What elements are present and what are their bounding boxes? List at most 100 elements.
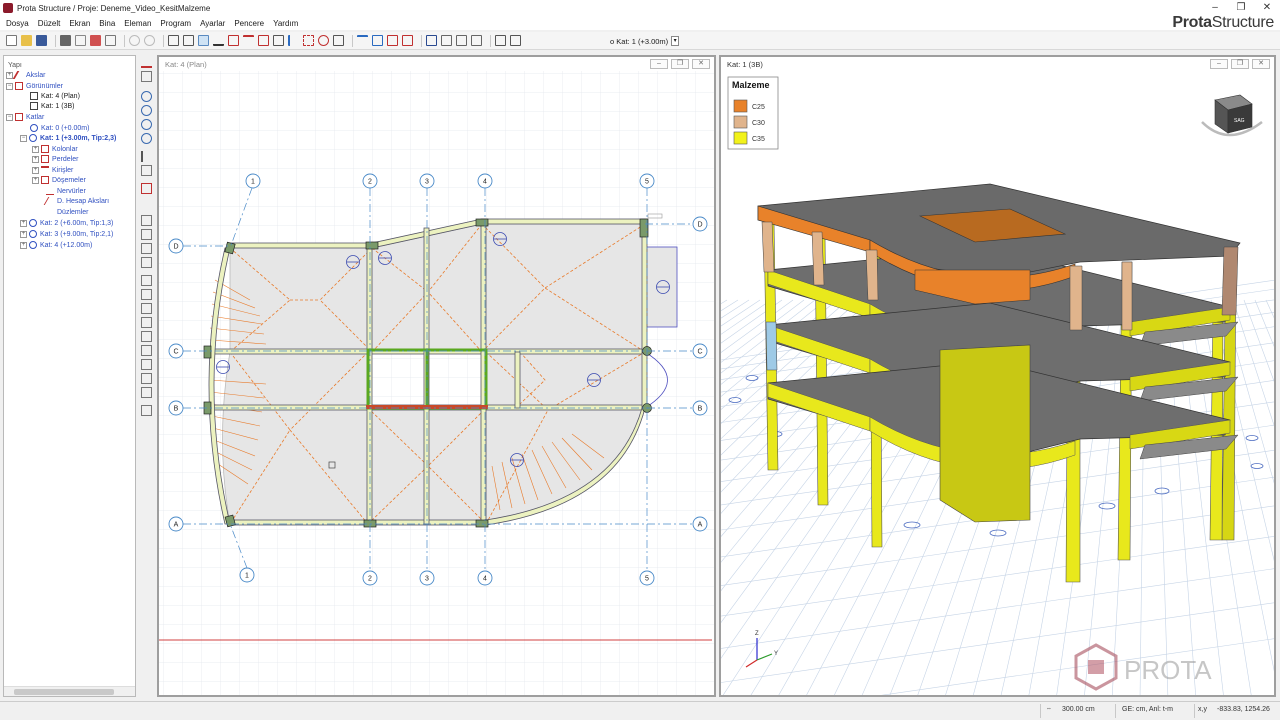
bridge-icon[interactable]	[357, 35, 368, 46]
menu-program[interactable]: Program	[160, 19, 191, 28]
stack-icon[interactable]	[141, 317, 152, 328]
axis-bubble[interactable]: A	[692, 516, 708, 532]
collapse-icon[interactable]: −	[6, 113, 13, 121]
pan-icon[interactable]	[141, 151, 152, 162]
stack-icon[interactable]	[141, 289, 152, 300]
collapse-icon[interactable]: −	[20, 134, 27, 142]
export-icon[interactable]	[105, 35, 116, 46]
axis-bubble[interactable]: C	[692, 343, 708, 359]
menu-dosya[interactable]: Dosya	[6, 19, 29, 28]
panel-restore-button[interactable]: ❐	[671, 59, 689, 69]
pencil-icon[interactable]	[141, 57, 152, 68]
tree-item-axes[interactable]: + Akslar	[6, 70, 45, 80]
axis-bubble[interactable]: 5	[639, 173, 655, 189]
expand-icon[interactable]: +	[20, 219, 27, 227]
zoom-window-icon[interactable]	[141, 119, 152, 130]
chevron-down-icon[interactable]: ▾	[671, 36, 680, 46]
axis-bubble[interactable]: 1	[245, 173, 261, 189]
expand-icon[interactable]: +	[32, 176, 39, 184]
axis-bubble[interactable]: C	[168, 343, 184, 359]
panel-minimize-button[interactable]: –	[650, 59, 668, 69]
axis-bubble[interactable]: 4	[477, 173, 493, 189]
tree-item-floor4[interactable]: + Kat: 4 (+12.00m)	[20, 240, 92, 250]
stack-icon[interactable]	[141, 387, 152, 398]
axis-bubble[interactable]: A	[168, 516, 184, 532]
collapse-icon[interactable]: −	[6, 82, 13, 90]
expand-icon[interactable]: +	[6, 71, 13, 79]
arrow-icon[interactable]	[243, 35, 254, 46]
save-icon[interactable]	[36, 35, 47, 46]
axis-bubble[interactable]: 3	[419, 570, 435, 586]
tree-item-walls[interactable]: + Perdeler	[32, 154, 78, 164]
floor-copy-icon[interactable]	[141, 243, 152, 254]
undo-icon[interactable]	[129, 35, 140, 46]
axis-bubble[interactable]: 4	[477, 570, 493, 586]
tree-item-floor2[interactable]: + Kat: 2 (+6.00m, Tip:1,3)	[20, 218, 113, 228]
menu-ekran[interactable]: Ekran	[69, 19, 90, 28]
axis-bubble[interactable]: 5	[639, 570, 655, 586]
report-icon[interactable]	[90, 35, 101, 46]
layers-icon[interactable]	[141, 165, 152, 176]
dimension-icon[interactable]	[258, 35, 269, 46]
axis-bubble[interactable]: 1	[239, 567, 255, 583]
rect-icon[interactable]	[228, 35, 239, 46]
expand-icon[interactable]: +	[20, 241, 27, 249]
stack-icon[interactable]	[141, 405, 152, 416]
panel-minimize-button[interactable]: –	[1210, 59, 1228, 69]
floor-plan-icon[interactable]	[387, 35, 398, 46]
view-cube[interactable]: SAG	[1201, 94, 1263, 137]
settings-icon[interactable]	[471, 35, 482, 46]
expand-icon[interactable]: +	[32, 166, 39, 174]
menu-yardim[interactable]: Yardım	[273, 19, 298, 28]
open-folder-icon[interactable]	[21, 35, 32, 46]
mirror-icon[interactable]	[288, 35, 299, 46]
frame-icon[interactable]	[372, 35, 383, 46]
tree-item-floor0[interactable]: Kat: 0 (+0.00m)	[30, 123, 89, 133]
move-icon[interactable]	[303, 35, 314, 46]
slab-area[interactable]	[481, 223, 646, 353]
scrollbar-thumb[interactable]	[14, 689, 114, 695]
tree-item-ribs[interactable]: Nervürler	[46, 186, 86, 196]
slab-area[interactable]	[222, 351, 369, 525]
expand-icon[interactable]: +	[32, 155, 39, 163]
expand-icon[interactable]: +	[20, 230, 27, 238]
tree-item-planes[interactable]: Düzlemler	[46, 207, 89, 217]
tree-item-view-3d[interactable]: Kat: 1 (3B)	[30, 101, 74, 111]
zoom-out-icon[interactable]	[141, 105, 152, 116]
select-all-icon[interactable]	[183, 35, 194, 46]
panel-restore-button[interactable]: ❐	[1231, 59, 1249, 69]
table-icon[interactable]	[426, 35, 437, 46]
menu-duzelt[interactable]: Düzelt	[38, 19, 61, 28]
axis-bubble[interactable]: 3	[419, 173, 435, 189]
floor-up-icon[interactable]	[141, 215, 152, 226]
floor-down-icon[interactable]	[141, 229, 152, 240]
print-icon[interactable]	[60, 35, 71, 46]
stack-icon[interactable]	[141, 331, 152, 342]
spreadsheet-icon[interactable]	[456, 35, 467, 46]
tree-root[interactable]: Yapı	[8, 60, 22, 70]
select-icon[interactable]	[168, 35, 179, 46]
menu-bina[interactable]: Bina	[99, 19, 115, 28]
grid-icon[interactable]	[402, 35, 413, 46]
new-file-icon[interactable]	[6, 35, 17, 46]
panel-close-button[interactable]: ✕	[692, 59, 710, 69]
scale-icon[interactable]	[333, 35, 344, 46]
stack-icon[interactable]	[141, 303, 152, 314]
pointer-icon[interactable]	[198, 35, 209, 46]
zoom-all-icon[interactable]	[141, 133, 152, 144]
preview-icon[interactable]	[75, 35, 86, 46]
options-icon[interactable]	[510, 35, 521, 46]
axis-bubble[interactable]: 2	[362, 570, 378, 586]
tree-item-views[interactable]: − Görünümler	[6, 81, 63, 91]
section-icon[interactable]	[141, 183, 152, 194]
tree-item-floors[interactable]: − Katlar	[6, 112, 44, 122]
tree-item-floor3[interactable]: + Kat: 3 (+9.00m, Tip:2,1)	[20, 229, 113, 239]
menu-eleman[interactable]: Eleman	[124, 19, 151, 28]
redo-icon[interactable]	[144, 35, 155, 46]
core-3d[interactable]	[939, 344, 1031, 523]
line-icon[interactable]	[213, 35, 224, 46]
axis-bubble[interactable]: D	[692, 216, 708, 232]
tree-horizontal-scrollbar[interactable]	[4, 686, 135, 696]
axis-bubble[interactable]: B	[692, 400, 708, 416]
tree-item-beams[interactable]: + Kirişler	[32, 165, 73, 175]
